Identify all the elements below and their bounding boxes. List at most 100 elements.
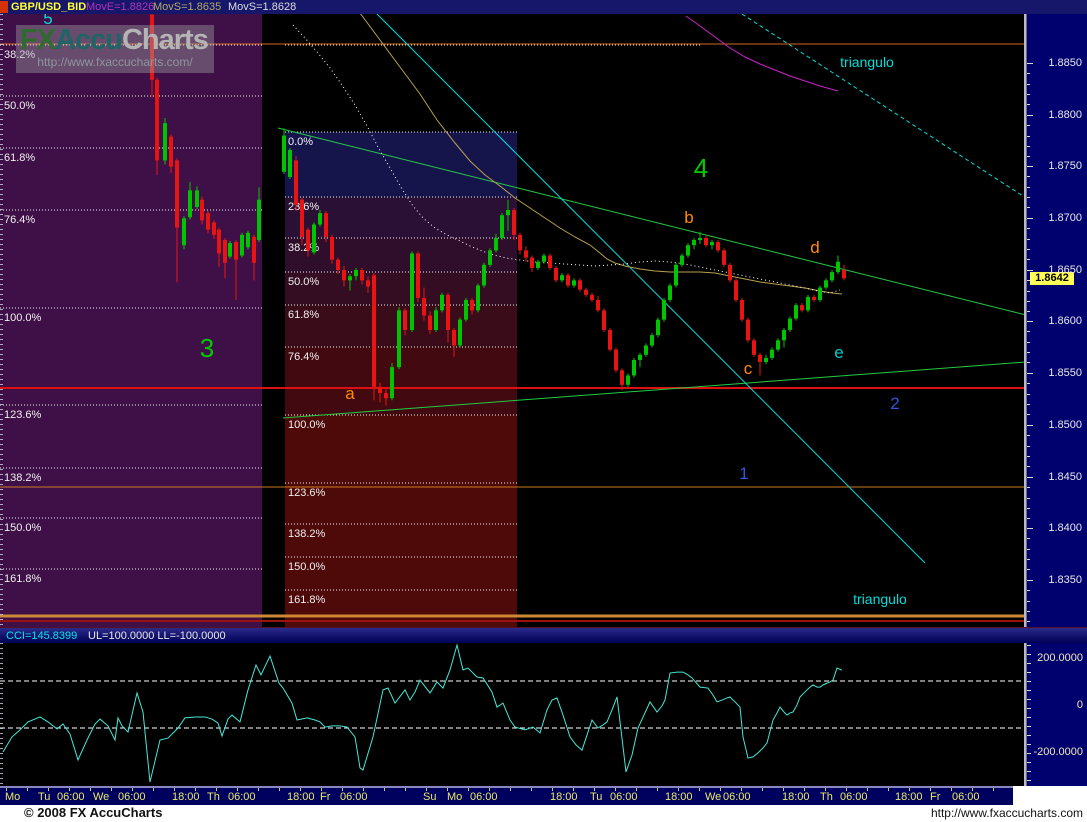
candle-body xyxy=(470,300,474,310)
wave-label: 4 xyxy=(694,153,708,183)
candle-body xyxy=(806,297,810,310)
candle-body xyxy=(169,137,173,167)
candle-body xyxy=(482,265,486,286)
candle-body xyxy=(155,80,159,161)
candle-body xyxy=(217,230,221,254)
candle-body xyxy=(752,340,756,354)
wave-label: triangulo xyxy=(853,591,907,607)
price-axis-panel[interactable]: 1.8642 1.88501.88001.87501.87001.86501.8… xyxy=(1024,14,1087,627)
symbol-label: GBP/USD_BID xyxy=(11,0,86,14)
wave-label: e xyxy=(834,343,843,362)
price-axis-tick xyxy=(1027,466,1030,467)
time-axis-tick xyxy=(699,788,700,791)
candle-body xyxy=(800,305,804,310)
candle-body xyxy=(324,213,328,237)
cci-axis-label: 0 xyxy=(1077,699,1083,711)
candle-body xyxy=(246,233,250,247)
time-axis-tick xyxy=(216,788,217,791)
cci-axis-tick xyxy=(1027,699,1031,700)
candle-body xyxy=(638,355,642,360)
candle-body xyxy=(384,393,388,398)
time-axis-label: Su xyxy=(423,791,436,803)
chart-title-bar: GBP/USD_BID MovE=1.8826 MovS=1.8635 MovS… xyxy=(0,0,1087,14)
time-axis[interactable]: MoTu06:00We06:0018:00Th06:0018:00Fr06:00… xyxy=(0,786,1013,805)
time-axis-tick xyxy=(489,788,490,791)
candle-body xyxy=(372,275,376,387)
price-axis-tick xyxy=(1027,218,1033,219)
price-chart-svg[interactable]: 38.2%50.0%61.8%76.4%100.0%123.6%138.2%15… xyxy=(0,14,1024,627)
time-axis-tick xyxy=(384,788,385,791)
price-axis-tick xyxy=(1027,425,1033,426)
price-axis-tick xyxy=(1027,487,1030,488)
candle-body xyxy=(794,305,798,318)
fib-left-level-label: 50.0% xyxy=(4,100,35,112)
candle-body xyxy=(330,237,334,260)
candle-body xyxy=(422,298,426,316)
wave-label: d xyxy=(810,238,819,257)
candle-body xyxy=(212,222,216,234)
cci-row: 200.00000-200.0000 xyxy=(0,643,1087,786)
time-axis-tick xyxy=(195,788,196,791)
candle-body xyxy=(288,150,292,177)
candle-body xyxy=(644,345,648,354)
price-axis-tick xyxy=(1027,559,1030,560)
time-axis-tick xyxy=(27,788,28,791)
price-axis-tick xyxy=(1027,73,1030,74)
candle-body xyxy=(584,290,588,295)
price-axis-tick xyxy=(1027,136,1030,137)
candle-body xyxy=(680,256,684,265)
time-axis-tick xyxy=(930,788,931,791)
candle-body xyxy=(842,270,846,278)
time-axis-tick xyxy=(237,788,238,791)
cci-chart-canvas[interactable] xyxy=(0,643,1024,786)
time-axis-tick xyxy=(657,788,658,791)
candle-body xyxy=(524,250,528,257)
time-axis-row: MoTu06:00We06:0018:00Th06:0018:00Fr06:00… xyxy=(0,786,1087,805)
candle-body xyxy=(342,270,346,280)
fib-mid-level-label: 123.6% xyxy=(288,487,326,499)
candle-body xyxy=(488,250,492,264)
candle-body xyxy=(360,270,364,280)
candle-body xyxy=(554,268,558,280)
cci-indicator-bar: CCI=145.8399 UL=100.0000 LL=-100.0000 xyxy=(0,627,1087,643)
candle-body xyxy=(548,256,552,268)
candle-body xyxy=(590,295,594,300)
cci-axis-panel[interactable]: 200.00000-200.0000 xyxy=(1024,643,1087,786)
price-axis-tick xyxy=(1027,528,1033,529)
time-axis-tick xyxy=(951,788,952,791)
trend-line xyxy=(742,14,1024,198)
price-axis-tick xyxy=(1027,394,1030,395)
candle-body xyxy=(776,340,780,349)
cci-axis-tick xyxy=(1027,645,1031,646)
time-axis-tick xyxy=(720,788,721,791)
fib-mid-band xyxy=(285,132,517,197)
candle-body xyxy=(710,242,714,245)
logo-accu: Accu xyxy=(55,24,122,56)
time-axis-tick xyxy=(363,788,364,791)
time-axis-tick xyxy=(888,788,889,791)
candle-body xyxy=(626,375,630,384)
cci-chart-svg[interactable] xyxy=(0,643,1024,786)
candle-body xyxy=(512,210,516,235)
candle-body xyxy=(578,280,582,289)
price-axis-label: 1.8750 xyxy=(1048,160,1082,172)
cci-axis-tick xyxy=(1027,744,1031,745)
price-axis-tick xyxy=(1027,156,1030,157)
price-axis-tick xyxy=(1027,383,1030,384)
time-axis-tick xyxy=(573,788,574,791)
fib-mid-level-label: 61.8% xyxy=(288,309,319,321)
price-axis-tick xyxy=(1027,125,1030,126)
cci-axis-tick xyxy=(1027,654,1031,655)
candle-body xyxy=(397,310,401,367)
price-axis-tick xyxy=(1027,414,1030,415)
candle-body xyxy=(698,238,702,240)
candle-body xyxy=(403,310,407,330)
price-chart-canvas[interactable]: 38.2%50.0%61.8%76.4%100.0%123.6%138.2%15… xyxy=(0,14,1024,627)
price-axis-tick xyxy=(1027,518,1030,519)
main-chart-row: 38.2%50.0%61.8%76.4%100.0%123.6%138.2%15… xyxy=(0,14,1087,627)
candle-body xyxy=(566,275,570,285)
wave-label: triangulo xyxy=(840,54,894,70)
price-axis-tick xyxy=(1027,228,1030,229)
candle-body xyxy=(252,237,256,263)
time-axis-label: Fr xyxy=(320,791,330,803)
